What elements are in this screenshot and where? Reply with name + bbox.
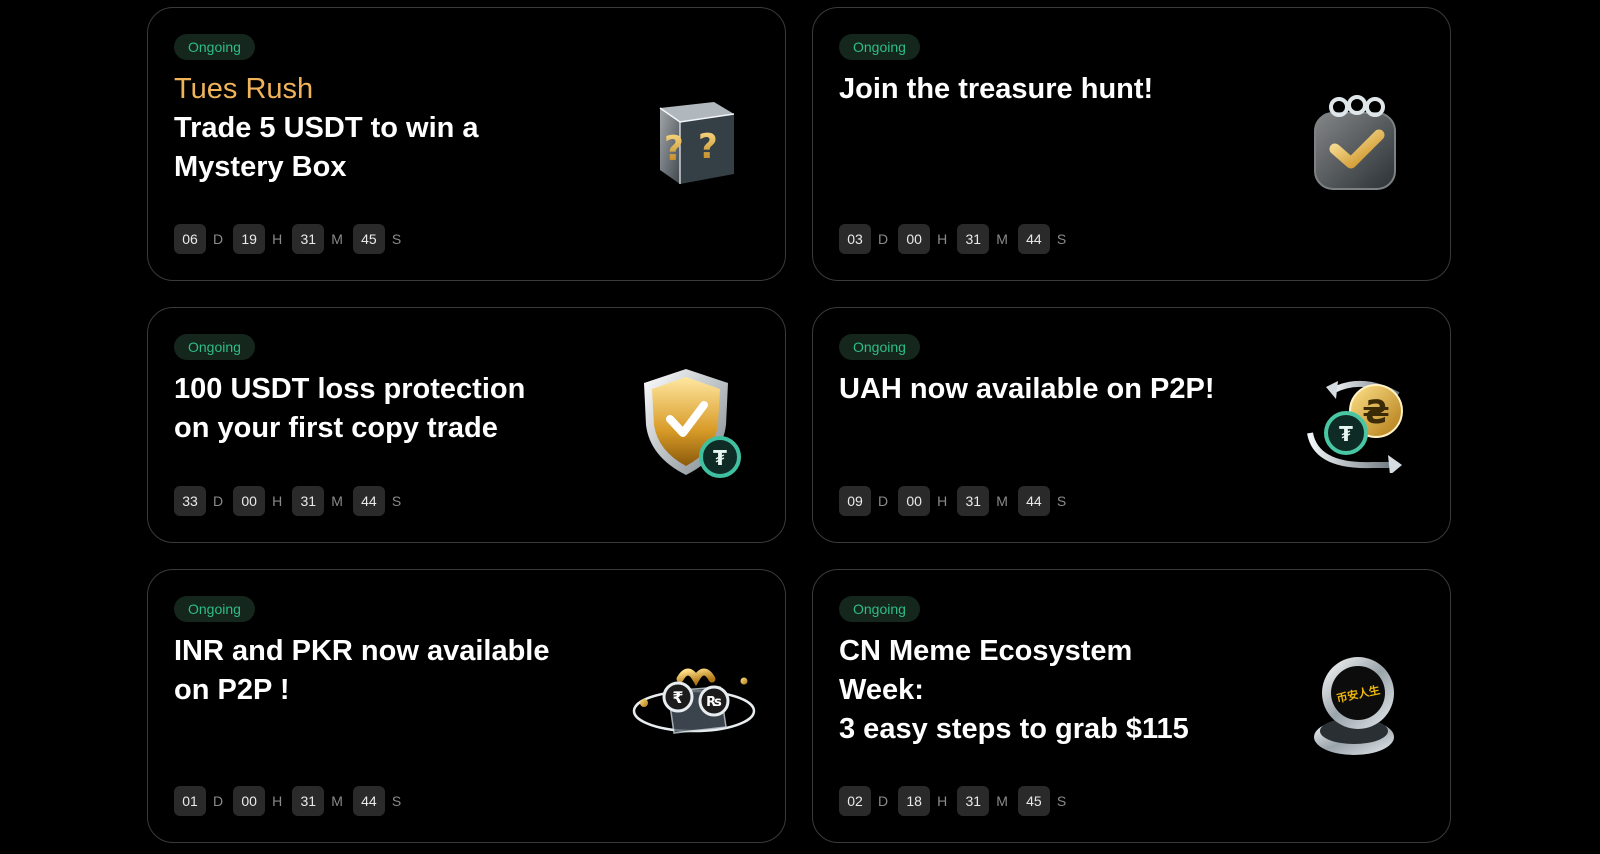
- svg-text:₹: ₹: [672, 688, 683, 707]
- days-unit: D: [878, 793, 889, 809]
- minutes-unit: M: [996, 493, 1008, 509]
- countdown-minutes: 31: [957, 786, 990, 816]
- countdown-timer: 33 D 00 H 31 M 44 S: [174, 486, 401, 516]
- countdown-timer: 03 D 00 H 31 M 44 S: [839, 224, 1066, 254]
- promo-title-line: 3 easy steps to grab $115: [839, 713, 1189, 745]
- countdown-seconds: 44: [352, 486, 385, 516]
- promo-title: UAH now available on P2P!: [839, 370, 1259, 409]
- promo-title: INR and PKR now available on P2P !: [174, 632, 594, 710]
- countdown-days: 09: [839, 486, 871, 516]
- status-badge: Ongoing: [839, 34, 920, 60]
- days-unit: D: [213, 793, 224, 809]
- seconds-unit: S: [1056, 793, 1067, 809]
- countdown-timer: 02 D 18 H 31 M 45 S: [839, 786, 1066, 816]
- hours-unit: H: [937, 493, 948, 509]
- status-badge: Ongoing: [174, 596, 255, 622]
- countdown-minutes: 31: [292, 786, 325, 816]
- svg-text:?: ?: [698, 127, 718, 167]
- days-unit: D: [878, 493, 889, 509]
- seconds-unit: S: [391, 493, 402, 509]
- promo-title-line: Join the treasure hunt!: [839, 73, 1154, 105]
- countdown-minutes: 31: [292, 486, 325, 516]
- countdown-seconds: 44: [352, 786, 385, 816]
- countdown-hours: 00: [898, 486, 931, 516]
- seconds-unit: S: [1056, 493, 1067, 509]
- countdown-seconds: 44: [1017, 224, 1050, 254]
- countdown-seconds: 44: [1017, 486, 1050, 516]
- promo-title-line: 100 USDT loss protection: [174, 373, 526, 405]
- promo-title: 100 USDT loss protection on your first c…: [174, 370, 594, 448]
- promo-card-treasure-hunt[interactable]: Ongoing Join the treasure hunt! 03 D 00 …: [812, 7, 1451, 281]
- promo-title-line: on P2P !: [174, 674, 290, 706]
- promo-title-line: Trade 5 USDT to win a: [174, 112, 479, 144]
- countdown-minutes: 31: [957, 224, 990, 254]
- countdown-days: 03: [839, 224, 871, 254]
- minutes-unit: M: [996, 231, 1008, 247]
- status-badge: Ongoing: [839, 596, 920, 622]
- promo-title-line: CN Meme Ecosystem: [839, 635, 1133, 667]
- status-badge: Ongoing: [174, 34, 255, 60]
- hours-unit: H: [937, 793, 948, 809]
- seconds-unit: S: [391, 793, 402, 809]
- countdown-hours: 00: [233, 786, 266, 816]
- promo-title: Join the treasure hunt!: [839, 70, 1229, 109]
- status-badge: Ongoing: [174, 334, 255, 360]
- hours-unit: H: [272, 231, 283, 247]
- countdown-minutes: 31: [292, 224, 325, 254]
- countdown-hours: 00: [233, 486, 266, 516]
- minutes-unit: M: [331, 231, 343, 247]
- promo-card-loss-protection[interactable]: Ongoing 100 USDT loss protection on your…: [147, 307, 786, 543]
- promo-card-inr-pkr-p2p[interactable]: Ongoing INR and PKR now available on P2P…: [147, 569, 786, 843]
- days-unit: D: [213, 231, 224, 247]
- promo-title-line: UAH now available on P2P!: [839, 373, 1215, 405]
- promo-title-line: on your first copy trade: [174, 412, 498, 444]
- promo-title-line: Mystery Box: [174, 151, 347, 183]
- mystery-box-icon: ? ?: [635, 92, 745, 192]
- countdown-seconds: 45: [1017, 786, 1050, 816]
- minutes-unit: M: [331, 793, 343, 809]
- promotions-grid: Ongoing Tues Rush Trade 5 USDT to win a …: [147, 7, 1451, 843]
- promo-title: CN Meme Ecosystem Week: 3 easy steps to …: [839, 632, 1259, 749]
- countdown-hours: 00: [898, 224, 931, 254]
- promo-accent-title: Tues Rush: [174, 73, 314, 105]
- countdown-hours: 19: [233, 224, 266, 254]
- days-unit: D: [213, 493, 224, 509]
- svg-text:₨: ₨: [706, 695, 722, 710]
- shield-check-icon: ₮: [635, 364, 745, 482]
- minutes-unit: M: [996, 793, 1008, 809]
- status-badge: Ongoing: [839, 334, 920, 360]
- calendar-check-icon: [1300, 90, 1410, 200]
- svg-text:₮: ₮: [1339, 422, 1353, 446]
- seconds-unit: S: [391, 231, 402, 247]
- days-unit: D: [878, 231, 889, 247]
- meme-coin-icon: 币安人生: [1304, 650, 1404, 762]
- minutes-unit: M: [331, 493, 343, 509]
- countdown-days: 02: [839, 786, 871, 816]
- svg-text:₮: ₮: [713, 446, 727, 470]
- promo-card-cn-meme-week[interactable]: Ongoing CN Meme Ecosystem Week: 3 easy s…: [812, 569, 1451, 843]
- hours-unit: H: [272, 493, 283, 509]
- seconds-unit: S: [1056, 231, 1067, 247]
- countdown-timer: 06 D 19 H 31 M 45 S: [174, 224, 401, 254]
- currency-exchange-icon: ₴ ₮: [1300, 376, 1416, 474]
- countdown-seconds: 45: [352, 224, 385, 254]
- countdown-minutes: 31: [957, 486, 990, 516]
- svg-text:?: ?: [664, 129, 684, 169]
- countdown-days: 06: [174, 224, 206, 254]
- hours-unit: H: [937, 231, 948, 247]
- countdown-timer: 09 D 00 H 31 M 44 S: [839, 486, 1066, 516]
- promo-card-tues-rush[interactable]: Ongoing Tues Rush Trade 5 USDT to win a …: [147, 7, 786, 281]
- promo-card-uah-p2p[interactable]: Ongoing UAH now available on P2P! ₴ ₮ 09…: [812, 307, 1451, 543]
- promo-title: Tues Rush Trade 5 USDT to win a Mystery …: [174, 70, 564, 187]
- promo-title-line: Week:: [839, 674, 924, 706]
- promo-title-line: INR and PKR now available: [174, 635, 550, 667]
- rupee-coins-icon: ₹ ₨: [629, 660, 759, 742]
- countdown-days: 33: [174, 486, 206, 516]
- countdown-days: 01: [174, 786, 206, 816]
- countdown-hours: 18: [898, 786, 931, 816]
- countdown-timer: 01 D 00 H 31 M 44 S: [174, 786, 401, 816]
- hours-unit: H: [272, 793, 283, 809]
